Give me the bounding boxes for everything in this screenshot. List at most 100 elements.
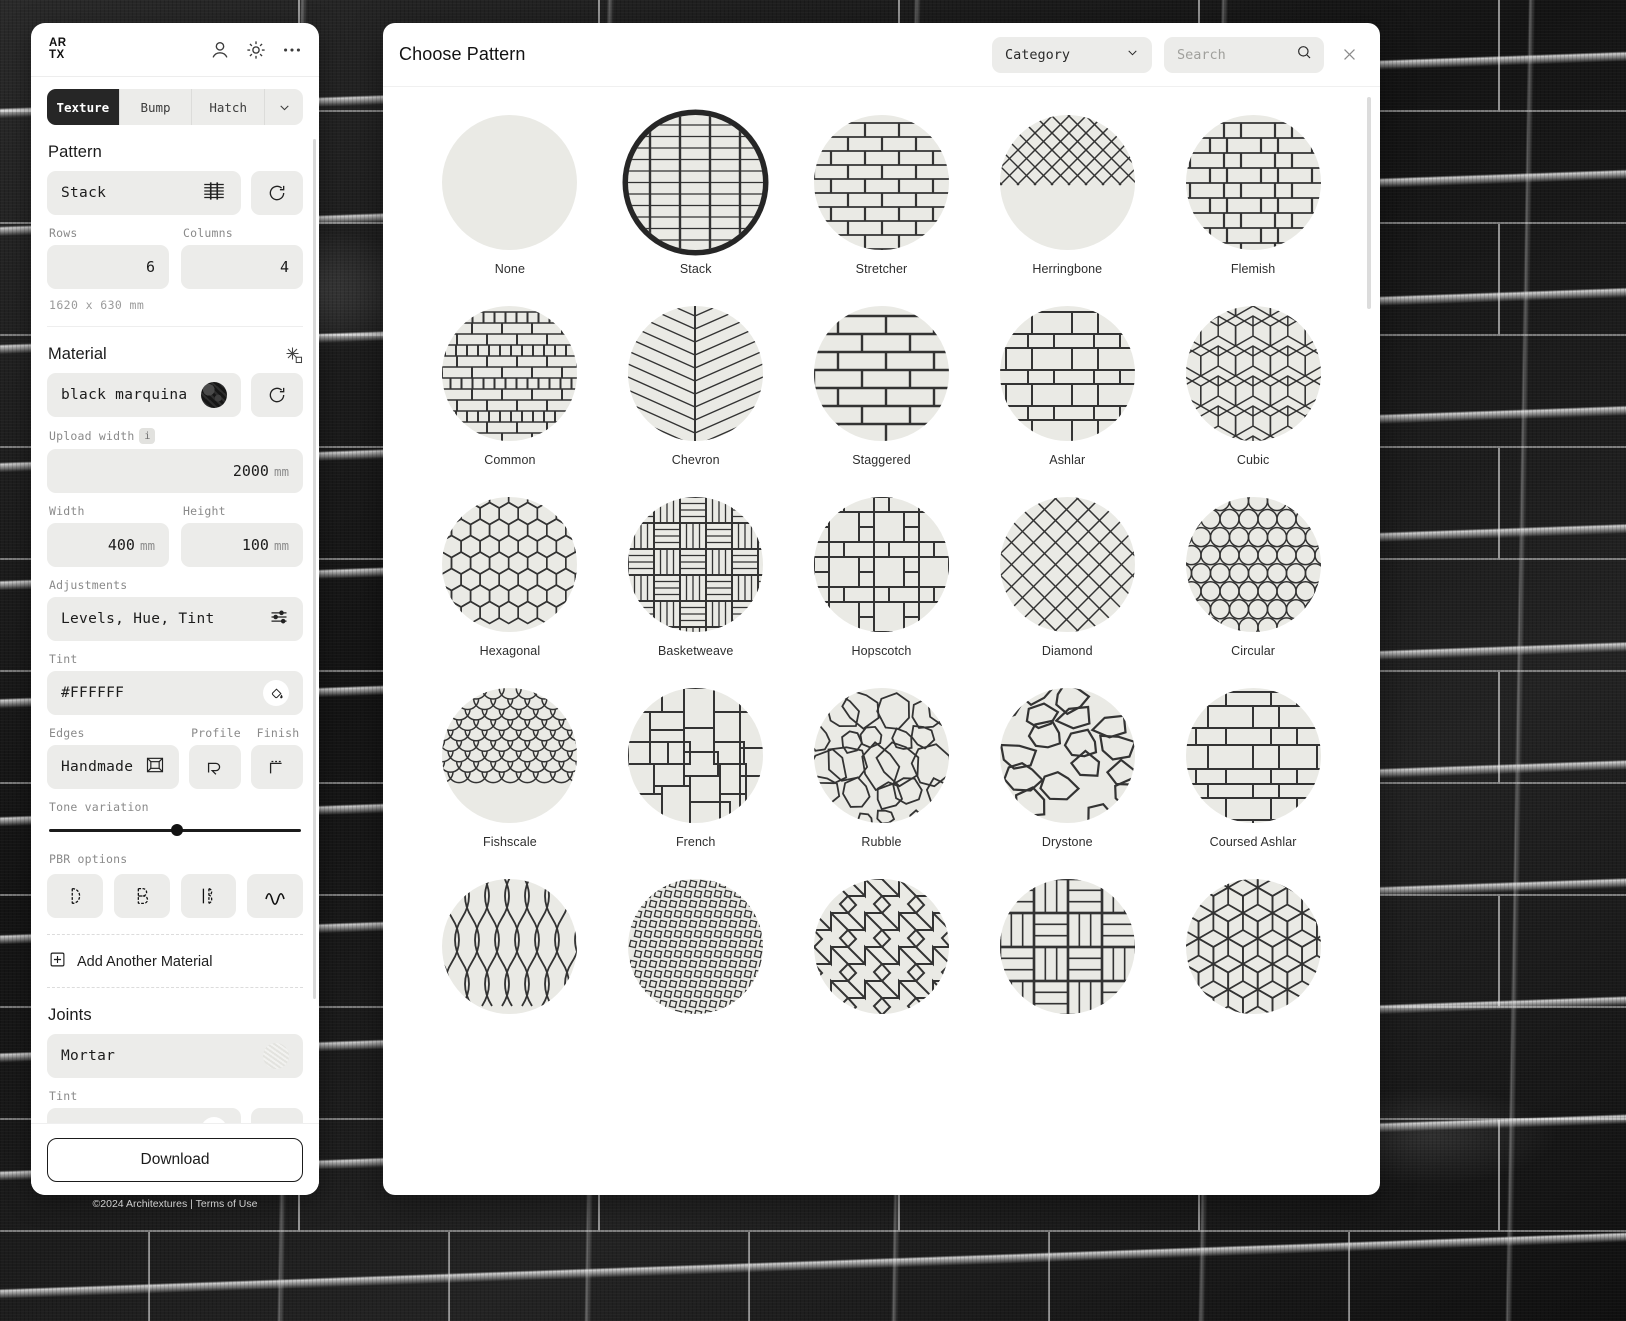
pattern-thumbnail[interactable] xyxy=(813,115,949,250)
pattern-thumbnail[interactable] xyxy=(813,497,949,632)
tabs-chevron-down-icon[interactable] xyxy=(265,89,303,125)
sidebar-scrollbar[interactable] xyxy=(313,139,316,999)
adjustments-field[interactable]: Levels, Hue, Tint xyxy=(47,597,303,641)
pattern-option-staggered[interactable]: Staggered xyxy=(789,306,975,467)
pattern-thumbnail[interactable] xyxy=(999,115,1135,250)
roughness-map-icon[interactable] xyxy=(180,874,237,918)
slider-knob[interactable] xyxy=(171,824,184,836)
pattern-option-houndstooth[interactable] xyxy=(789,879,975,1026)
pattern-option-ashlar[interactable]: Ashlar xyxy=(974,306,1160,467)
copyright-text[interactable]: ©2024 Architextures | Terms of Use xyxy=(31,1198,319,1321)
pattern-refresh-icon[interactable] xyxy=(251,171,303,215)
add-another-material-button[interactable]: Add Another Material xyxy=(47,935,303,987)
edges-field[interactable]: Handmade xyxy=(47,745,179,789)
tint-field[interactable]: #FFFFFF xyxy=(47,671,303,715)
width-input[interactable]: 400 mm xyxy=(47,523,169,567)
pattern-label: Stack xyxy=(679,262,712,276)
marble-tile-seam xyxy=(450,1232,750,1321)
tone-variation-slider[interactable] xyxy=(49,822,301,838)
pattern-thumbnail[interactable] xyxy=(442,306,578,441)
pattern-thumbnail[interactable] xyxy=(1185,306,1321,441)
pattern-thumbnail[interactable] xyxy=(813,688,949,823)
pattern-thumbnail[interactable] xyxy=(628,688,764,823)
bump-map-icon[interactable] xyxy=(113,874,170,918)
app-logo[interactable]: AR TX xyxy=(49,37,67,61)
pattern-thumbnail[interactable] xyxy=(442,688,578,823)
material-refresh-icon[interactable] xyxy=(251,373,303,417)
pattern-thumbnail[interactable] xyxy=(1185,879,1321,1014)
pattern-option-dots[interactable] xyxy=(603,879,789,1026)
pattern-option-cube2[interactable] xyxy=(1160,879,1346,1026)
sparkle-icon[interactable] xyxy=(285,346,303,364)
pattern-label: Hopscotch xyxy=(851,644,912,658)
stack-pattern-icon xyxy=(201,178,227,208)
pattern-label: Basketweave xyxy=(657,644,734,658)
joints-tint-button[interactable] xyxy=(251,1108,303,1123)
pattern-option-herringbone[interactable]: Herringbone xyxy=(974,115,1160,276)
info-icon[interactable]: i xyxy=(139,428,156,444)
pattern-thumbnail[interactable] xyxy=(999,497,1135,632)
displacement-map-icon[interactable] xyxy=(247,874,303,918)
joints-select[interactable]: Mortar xyxy=(47,1034,303,1078)
category-dropdown[interactable]: Category xyxy=(992,36,1152,73)
pattern-option-cubic[interactable]: Cubic xyxy=(1160,306,1346,467)
search-input[interactable] xyxy=(1177,46,1287,63)
more-icon[interactable] xyxy=(281,39,303,61)
pattern-option-parquet[interactable] xyxy=(974,879,1160,1026)
pattern-option-stretcher[interactable]: Stretcher xyxy=(789,115,975,276)
tab-bump[interactable]: Bump xyxy=(120,89,193,125)
finish-icon[interactable] xyxy=(251,745,303,789)
pattern-option-braid[interactable] xyxy=(417,879,603,1026)
pattern-thumbnail[interactable] xyxy=(1185,115,1321,250)
pattern-thumbnail[interactable] xyxy=(999,879,1135,1014)
modal-scrollbar[interactable] xyxy=(1367,97,1371,309)
pattern-option-hopscotch[interactable]: Hopscotch xyxy=(789,497,975,658)
pattern-thumbnail[interactable] xyxy=(999,688,1135,823)
pattern-option-chevron[interactable]: Chevron xyxy=(603,306,789,467)
tab-texture[interactable]: Texture xyxy=(47,89,120,125)
upload-width-input[interactable]: 2000 mm xyxy=(47,449,303,493)
pattern-thumbnail[interactable] xyxy=(999,306,1135,441)
pattern-option-french[interactable]: French xyxy=(603,688,789,849)
material-select[interactable]: black marquina xyxy=(47,373,241,417)
search-icon[interactable] xyxy=(1296,44,1312,65)
pattern-option-basketweave[interactable]: Basketweave xyxy=(603,497,789,658)
pattern-option-coursed-ashlar[interactable]: Coursed Ashlar xyxy=(1160,688,1346,849)
pattern-thumbnail[interactable] xyxy=(813,306,949,441)
pattern-option-circular[interactable]: Circular xyxy=(1160,497,1346,658)
columns-input[interactable]: 4 xyxy=(181,245,303,289)
pattern-option-rubble[interactable]: Rubble xyxy=(789,688,975,849)
pattern-thumbnail[interactable] xyxy=(813,879,949,1014)
search-box[interactable] xyxy=(1164,36,1324,73)
pattern-option-hexagonal[interactable]: Hexagonal xyxy=(417,497,603,658)
pattern-thumbnail[interactable] xyxy=(1185,688,1321,823)
tab-hatch[interactable]: Hatch xyxy=(192,89,266,125)
pattern-option-stack[interactable]: Stack xyxy=(603,115,789,276)
pattern-option-fishscale[interactable]: Fishscale xyxy=(417,688,603,849)
height-input[interactable]: 100 mm xyxy=(181,523,303,567)
pattern-thumbnail[interactable] xyxy=(628,306,764,441)
user-icon[interactable] xyxy=(209,39,231,61)
download-button[interactable]: Download xyxy=(47,1137,303,1182)
pattern-thumbnail[interactable] xyxy=(442,115,578,250)
pattern-option-diamond[interactable]: Diamond xyxy=(974,497,1160,658)
finish-label: Finish xyxy=(256,726,300,740)
pattern-option-common[interactable]: Common xyxy=(417,306,603,467)
close-icon[interactable] xyxy=(1336,42,1362,68)
rows-input[interactable]: 6 xyxy=(47,245,169,289)
joints-tint-field[interactable] xyxy=(47,1108,241,1123)
profile-icon[interactable] xyxy=(189,745,241,789)
paint-bucket-icon[interactable] xyxy=(263,680,289,706)
pattern-thumbnail[interactable] xyxy=(628,115,764,250)
gear-icon[interactable] xyxy=(245,39,267,61)
pattern-thumbnail[interactable] xyxy=(628,879,764,1014)
normal-map-icon[interactable] xyxy=(47,874,103,918)
pattern-thumbnail[interactable] xyxy=(442,879,578,1014)
pattern-select[interactable]: Stack xyxy=(47,171,241,215)
pattern-thumbnail[interactable] xyxy=(442,497,578,632)
pattern-option-none[interactable]: None xyxy=(417,115,603,276)
pattern-thumbnail[interactable] xyxy=(628,497,764,632)
pattern-option-flemish[interactable]: Flemish xyxy=(1160,115,1346,276)
pattern-thumbnail[interactable] xyxy=(1185,497,1321,632)
pattern-option-drystone[interactable]: Drystone xyxy=(974,688,1160,849)
